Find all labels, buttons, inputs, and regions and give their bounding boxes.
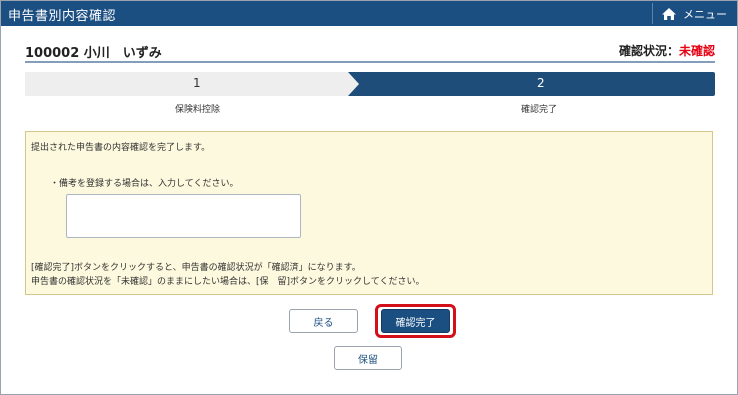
hold-note: 申告書の確認状況を「未確認」のままにしたい場合は、[保 留]ボタンをクリックして… — [31, 277, 425, 287]
menu-button[interactable]: メニュー — [652, 3, 727, 24]
step-2-label: 確認完了 — [521, 105, 558, 115]
status-value: 未確認 — [678, 44, 715, 58]
confirm-complete-button[interactable]: 確認完了 — [381, 309, 450, 333]
step-1-segment — [25, 72, 359, 96]
divider — [25, 61, 715, 63]
step-indicator: 1 2 — [25, 72, 715, 96]
notice-intro: 提出された申告書の内容確認を完了します。 — [31, 143, 211, 153]
window-title: 申告書別内容確認 — [8, 9, 117, 24]
step-2-segment — [348, 72, 715, 96]
remark-label: ・備考を登録する場合は、入力してください。 — [50, 179, 239, 189]
hold-button[interactable]: 保留 — [334, 346, 402, 370]
step-bar — [25, 72, 715, 96]
confirmation-status: 確認状況：未確認 — [619, 42, 715, 59]
user-row: 100002 小川 いずみ 確認状況：未確認 — [25, 40, 715, 61]
status-label: 確認状況： — [618, 44, 679, 58]
step-2-number: 2 — [537, 76, 545, 90]
confirm-note: [確認完了]ボタンをクリックすると、申告書の確認状況が「確認済」になります。 — [31, 263, 361, 273]
remark-input[interactable] — [66, 194, 301, 238]
step-1-number: 1 — [193, 76, 201, 90]
menu-label: メニュー — [683, 7, 727, 21]
step-1-label: 保険料控除 — [175, 105, 221, 115]
app-header: 申告書別内容確認 メニュー — [1, 1, 737, 26]
back-button[interactable]: 戻る — [289, 309, 358, 333]
notice-panel: 提出された申告書の内容確認を完了します。 ・備考を登録する場合は、入力してくださ… — [25, 131, 713, 295]
home-icon — [662, 7, 676, 20]
employee-name: 100002 小川 いずみ — [25, 46, 162, 61]
